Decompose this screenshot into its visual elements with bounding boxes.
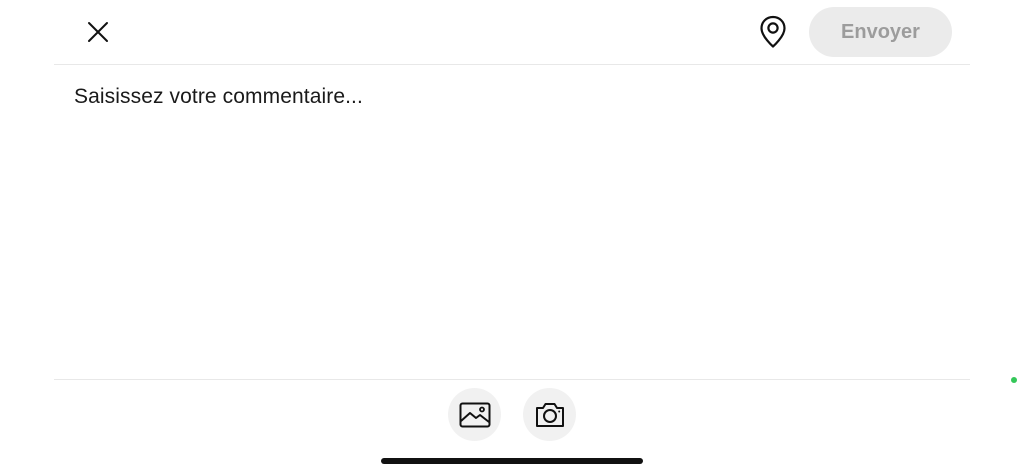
add-image-button[interactable] bbox=[448, 388, 501, 441]
close-icon bbox=[88, 22, 108, 42]
location-pin-icon bbox=[760, 15, 786, 48]
home-indicator[interactable] bbox=[381, 458, 643, 464]
comment-placeholder: Saisissez votre commentaire... bbox=[74, 85, 363, 108]
attachment-toolbar bbox=[0, 388, 1024, 442]
composer-header: Envoyer bbox=[54, 0, 970, 65]
toolbar-divider bbox=[54, 379, 970, 380]
comment-input-area[interactable]: Saisissez votre commentaire... bbox=[54, 66, 970, 379]
image-gallery-icon bbox=[459, 402, 490, 427]
send-button[interactable]: Envoyer bbox=[809, 7, 952, 57]
camera-icon bbox=[535, 402, 564, 427]
close-button[interactable] bbox=[80, 14, 116, 50]
take-photo-button[interactable] bbox=[523, 388, 576, 441]
status-indicator-dot bbox=[1011, 377, 1017, 383]
location-button[interactable] bbox=[754, 12, 792, 52]
comment-composer-screen: Envoyer Saisissez votre commentaire... bbox=[0, 0, 1024, 473]
